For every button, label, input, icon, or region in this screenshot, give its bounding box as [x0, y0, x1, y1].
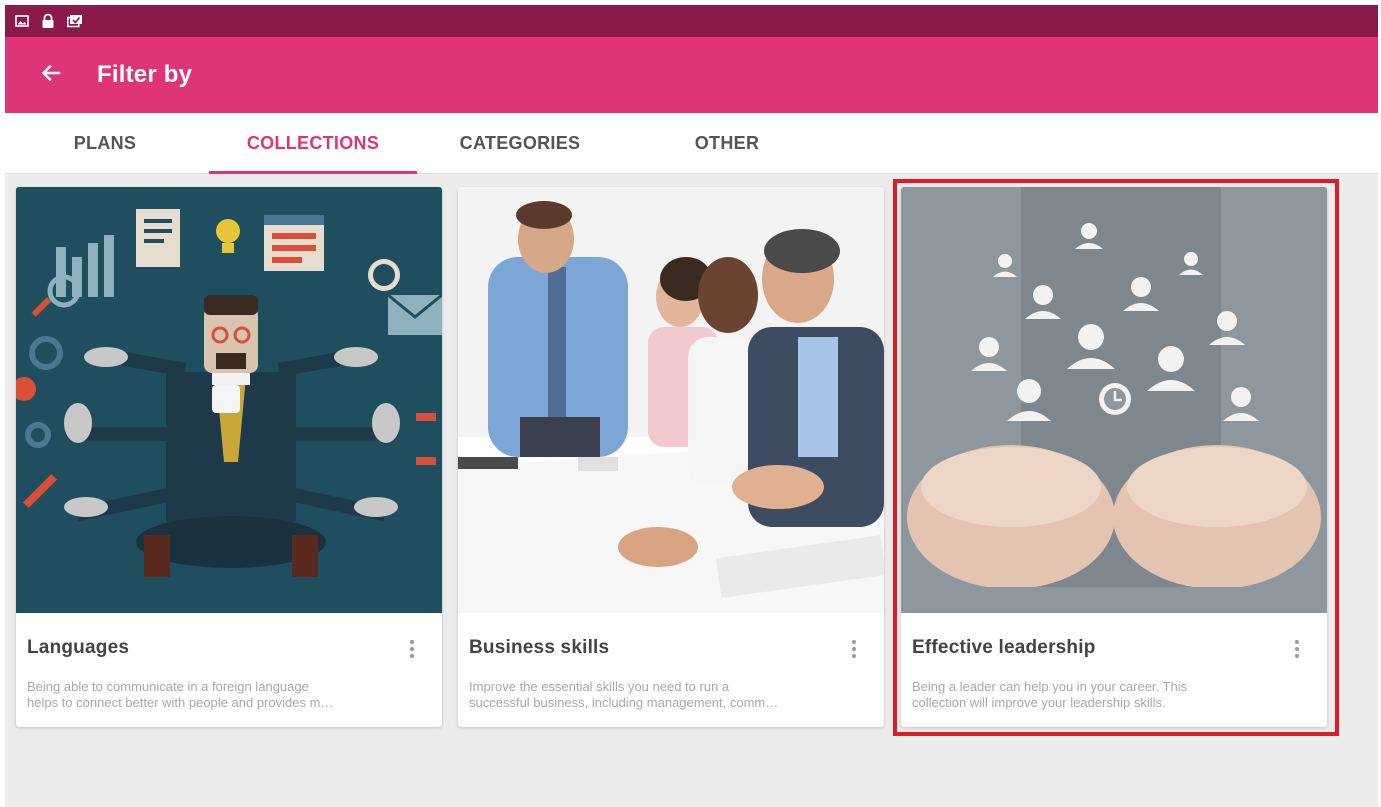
tab-other[interactable]: OTHER [625, 113, 829, 174]
card-description-line: successful business, including managemen… [469, 695, 779, 710]
tab-bar: PLANS COLLECTIONS CATEGORIES OTHER [5, 113, 1378, 174]
lock-icon [41, 13, 55, 29]
status-bar [5, 5, 1378, 37]
card-description: Being able to communicate in a foreign l… [27, 679, 432, 711]
more-vert-icon[interactable] [844, 635, 864, 663]
back-button[interactable] [27, 51, 75, 99]
image-icon [15, 14, 29, 28]
arrow-left-icon [40, 62, 62, 89]
more-vert-icon[interactable] [1287, 635, 1307, 663]
card-description: Being a leader can help you in your care… [912, 679, 1317, 711]
collection-card-effective-leadership[interactable]: Effective leadership Being a leader can … [901, 187, 1327, 727]
tab-plans[interactable]: PLANS [5, 113, 205, 174]
app-screen: Filter by PLANS COLLECTIONS CATEGORIES O… [5, 5, 1378, 807]
notification-icon [67, 14, 83, 28]
collection-card-languages[interactable]: Languages Being able to communicate in a… [16, 187, 442, 727]
app-bar: Filter by [5, 37, 1378, 113]
card-description-line: Improve the essential skills you need to… [469, 679, 730, 694]
card-image-effective-leadership [901, 187, 1327, 613]
tab-categories[interactable]: CATEGORIES [417, 113, 623, 174]
card-image-languages [16, 187, 442, 613]
card-description-line: Being able to communicate in a foreign l… [27, 679, 309, 694]
more-vert-icon[interactable] [402, 635, 422, 663]
card-title: Effective leadership [912, 637, 1096, 658]
tab-collections[interactable]: COLLECTIONS [209, 113, 417, 174]
card-description-line: Being a leader can help you in your care… [912, 679, 1188, 694]
collection-card-business-skills[interactable]: Business skills Improve the essential sk… [458, 187, 884, 727]
card-description-line: helps to connect better with people and … [27, 695, 334, 710]
card-image-business-skills [458, 187, 884, 613]
page-title: Filter by [97, 61, 193, 88]
card-description-line: collection will improve your leadership … [912, 695, 1166, 710]
card-description: Improve the essential skills you need to… [469, 679, 874, 711]
card-title: Languages [27, 637, 130, 658]
card-title: Business skills [469, 637, 610, 658]
